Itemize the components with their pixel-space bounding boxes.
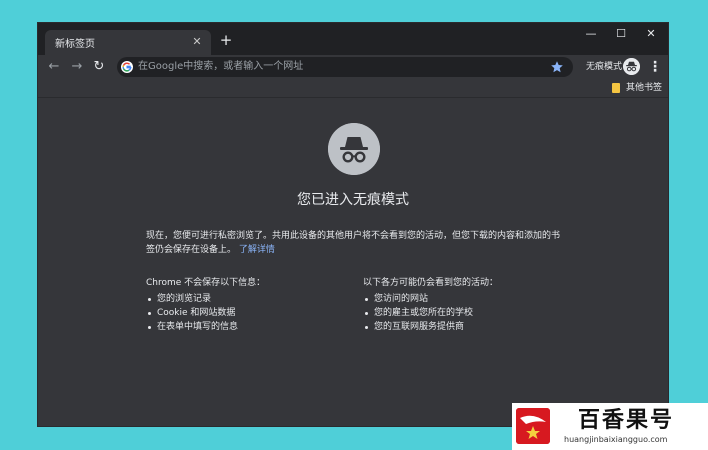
menu-button[interactable]: ⋮	[648, 58, 662, 76]
intro-text: 现在，您便可进行私密浏览了。共用此设备的其他用户将不会看到您的活动，但您下载的内…	[146, 231, 561, 255]
tab-close-icon[interactable]: ✕	[190, 35, 204, 49]
star-icon[interactable]	[550, 60, 564, 74]
watermark: 百香果号 huangjinbaixiangguo.com	[512, 403, 708, 450]
other-bookmarks[interactable]: 其他书签	[626, 82, 662, 94]
incognito-label[interactable]: 无痕模式	[586, 60, 622, 74]
bookmarks-bar: 其他书签	[38, 79, 668, 97]
list-item: 您访问的网站	[363, 292, 563, 306]
list-item: Cookie 和网站数据	[146, 306, 346, 320]
title-bar: 新标签页 ✕ + — ☐ ✕	[38, 23, 668, 55]
list-item: 您的雇主或您所在的学校	[363, 306, 563, 320]
may-see-heading: 以下各方可能仍会看到您的活动：	[363, 278, 499, 288]
watermark-url: huangjinbaixiangguo.com	[564, 435, 668, 444]
spy-icon	[328, 123, 380, 175]
intro-paragraph: 现在，您便可进行私密浏览了。共用此设备的其他用户将不会看到您的活动，但您下载的内…	[146, 229, 566, 257]
maximize-button[interactable]: ☐	[606, 23, 636, 45]
close-window-button[interactable]: ✕	[636, 23, 666, 45]
folder-icon	[612, 83, 620, 93]
address-bar[interactable]: 在Google中搜索，或者输入一个网址	[117, 57, 573, 77]
incognito-page: 您已进入无痕模式 现在，您便可进行私密浏览了。共用此设备的其他用户将不会看到您的…	[38, 98, 668, 426]
new-tab-button[interactable]: +	[218, 32, 234, 48]
incognito-icon[interactable]	[623, 58, 640, 75]
watermark-name: 百香果号	[578, 408, 675, 433]
list-item: 在表单中填写的信息	[146, 320, 346, 334]
reload-button[interactable]: ↻	[90, 58, 108, 76]
tab-title: 新标签页	[55, 39, 95, 50]
not-saved-list: Chrome 不会保存以下信息： 您的浏览记录 Cookie 和网站数据 在表单…	[146, 276, 346, 334]
forward-button[interactable]: →	[68, 58, 86, 76]
may-see-list: 以下各方可能仍会看到您的活动： 您访问的网站 您的雇主或您所在的学校 您的互联网…	[363, 276, 563, 334]
toolbar: ← → ↻ 在Google中搜索，或者输入一个网址 无痕模式 ⋮	[38, 55, 668, 79]
google-icon	[121, 61, 133, 73]
watermark-logo-icon	[516, 408, 550, 444]
list-item: 您的互联网服务提供商	[363, 320, 563, 334]
learn-more-link[interactable]: 了解详情	[239, 245, 275, 255]
omnibox-placeholder: 在Google中搜索，或者输入一个网址	[138, 61, 304, 72]
page-title: 您已进入无痕模式	[297, 192, 409, 208]
not-saved-heading: Chrome 不会保存以下信息：	[146, 278, 266, 288]
browser-window: 新标签页 ✕ + — ☐ ✕ ← → ↻ 在Google中搜索，或者输入一个网址…	[38, 23, 668, 426]
list-item: 您的浏览记录	[146, 292, 346, 306]
minimize-button[interactable]: —	[576, 23, 606, 45]
back-button[interactable]: ←	[45, 58, 63, 76]
tab-new-tab[interactable]: 新标签页 ✕	[45, 30, 211, 55]
